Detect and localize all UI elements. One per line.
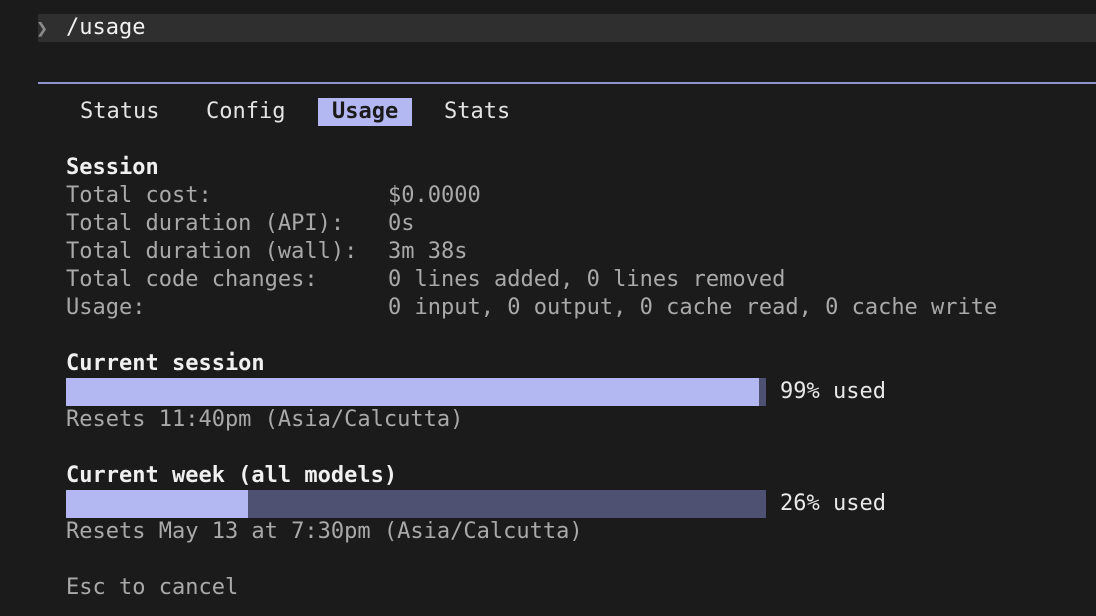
panel-divider [38,82,1096,84]
current-session-progress-fill [66,378,759,406]
api-duration-value: 0s [388,211,415,236]
current-week-used-label: 26% used [780,491,886,516]
total-cost-label: Total cost: [66,183,212,208]
code-changes-label: Total code changes: [66,267,318,292]
esc-cancel-hint: Esc to cancel [66,575,239,600]
session-heading: Session [66,155,159,180]
current-week-reset-text: Resets May 13 at 7:30pm (Asia/Calcutta) [66,519,583,544]
code-changes-value: 0 lines added, 0 lines removed [388,267,786,292]
current-session-heading: Current session [66,351,265,376]
tab-usage[interactable]: Usage [318,98,413,126]
usage-value: 0 input, 0 output, 0 cache read, 0 cache… [388,295,998,320]
command-input-bar[interactable] [38,14,1096,42]
tab-status[interactable]: Status [66,98,173,126]
api-duration-label: Total duration (API): [66,211,345,236]
current-week-progress-fill [66,490,248,518]
tab-config[interactable]: Config [192,98,299,126]
current-session-reset-text: Resets 11:40pm (Asia/Calcutta) [66,407,464,432]
usage-label: Usage: [66,295,146,320]
prompt-chevron-icon: ❯ [36,16,49,40]
wall-duration-value: 3m 38s [388,239,468,264]
tab-stats[interactable]: Stats [430,98,524,126]
current-week-heading: Current week (all models) [66,463,398,488]
current-week-progress-bar [66,490,766,518]
command-text[interactable]: /usage [66,14,145,42]
wall-duration-label: Total duration (wall): [66,239,358,264]
current-session-used-label: 99% used [780,379,886,404]
current-session-progress-bar [66,378,766,406]
total-cost-value: $0.0000 [388,183,481,208]
